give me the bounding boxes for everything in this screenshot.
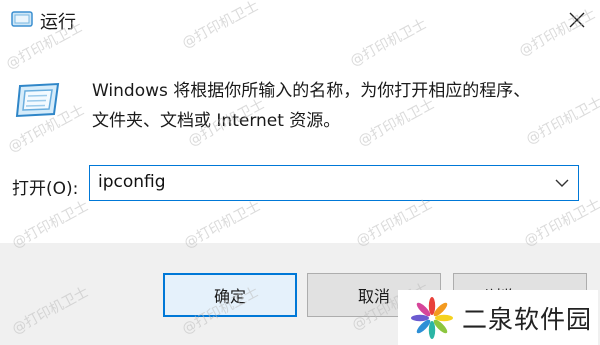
watermark: @打印机卫士 <box>353 196 436 250</box>
open-input[interactable]: ipconfig <box>98 172 166 192</box>
watermark: @打印机卫士 <box>521 196 600 250</box>
site-logo: 二泉软件园 <box>398 290 598 345</box>
description: Windows 将根据你所输入的名称，为你打开相应的程序、 文件夹、文档或 In… <box>92 76 582 136</box>
description-line-2: 文件夹、文档或 Internet 资源。 <box>92 111 341 131</box>
chevron-down-icon <box>555 179 569 187</box>
pinwheel-logo-icon <box>411 296 453 339</box>
open-label: 打开(O): <box>12 179 79 199</box>
dropdown-button[interactable] <box>550 166 574 200</box>
run-app-icon <box>11 11 33 27</box>
description-line-1: Windows 将根据你所输入的名称，为你打开相应的程序、 <box>92 81 531 101</box>
title-bar: 运行 <box>0 0 600 40</box>
run-dialog: 运行 Windows 将根据你所输入的名称，为你打开相应的程序、 文件夹、文档或… <box>0 0 600 345</box>
logo-text: 二泉软件园 <box>462 304 593 334</box>
open-combobox[interactable]: ipconfig <box>89 165 579 201</box>
